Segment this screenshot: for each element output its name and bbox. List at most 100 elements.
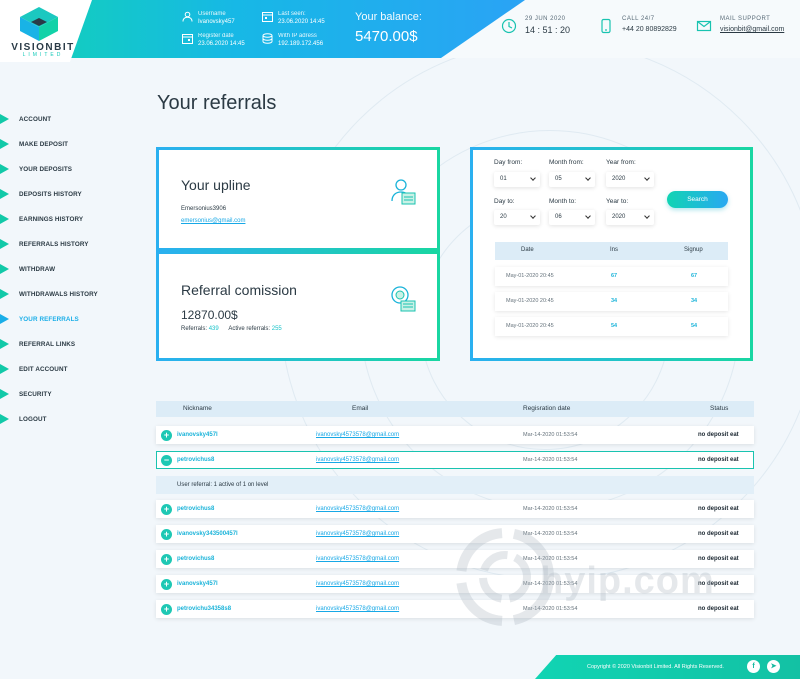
- table-row-expanded: − petrovichus8 ivanovsky4573578@gmail.co…: [156, 451, 754, 469]
- stats-header-date: Date: [521, 247, 534, 253]
- expand-icon[interactable]: +: [161, 554, 172, 565]
- active-referrals-label: Active referrals:: [228, 326, 271, 332]
- upline-email-link[interactable]: emersonius@gmail.com: [181, 218, 245, 224]
- year-from-select[interactable]: 2020: [606, 172, 654, 187]
- nav-item-your-referrals[interactable]: YOUR REFERRALS: [0, 307, 140, 332]
- row-nickname: petrovichus8: [177, 556, 215, 562]
- nav-item-deposits-history[interactable]: DEPOSITS HISTORY: [0, 182, 140, 207]
- collapse-icon[interactable]: −: [161, 455, 172, 466]
- month-to-select[interactable]: 06: [549, 210, 595, 225]
- nav-item-label: LOGOUT: [19, 416, 47, 423]
- upline-name: Emersonius3906: [181, 206, 227, 212]
- table-row: + ivanovsky457l ivanovsky4573578@gmail.c…: [156, 426, 754, 444]
- nav-item-label: REFERRALS HISTORY: [19, 241, 89, 248]
- chevron-down-icon: [585, 213, 591, 219]
- nav-item-label: MAKE DEPOSIT: [19, 141, 69, 148]
- row-status: no deposit eat: [698, 457, 739, 463]
- row-status: no deposit eat: [698, 606, 739, 612]
- expand-icon[interactable]: +: [161, 604, 172, 615]
- arrow-right-icon: [0, 264, 9, 274]
- nav-item-security[interactable]: SECURITY: [0, 382, 140, 407]
- nav-item-label: ACCOUNT: [19, 116, 52, 123]
- register-value: 23.06.2020 14:45: [198, 41, 245, 47]
- row-email-link[interactable]: ivanovsky4573578@gmail.com: [316, 506, 399, 512]
- month-from-select[interactable]: 05: [549, 172, 595, 187]
- nav-item-edit-account[interactable]: EDIT ACCOUNT: [0, 357, 140, 382]
- stats-ins: 67: [611, 273, 618, 279]
- telegram-icon[interactable]: ➤: [767, 660, 780, 673]
- arrow-right-icon: [0, 164, 9, 174]
- day-to-select[interactable]: 20: [494, 210, 540, 225]
- day-from-value: 01: [500, 176, 507, 182]
- row-email-link[interactable]: ivanovsky4573578@gmail.com: [316, 556, 399, 562]
- row-email-link[interactable]: ivanovsky4573578@gmail.com: [316, 581, 399, 587]
- row-nickname: ivanovsky457l: [177, 432, 218, 438]
- year-from-value: 2020: [612, 176, 626, 182]
- username-label: Username: [198, 11, 226, 17]
- arrow-right-icon: [0, 289, 9, 299]
- nav-item-label: DEPOSITS HISTORY: [19, 191, 82, 198]
- day-from-select[interactable]: 01: [494, 172, 540, 187]
- nav-item-make-deposit[interactable]: MAKE DEPOSIT: [0, 132, 140, 157]
- row-nickname: ivanovsky457l: [177, 581, 218, 587]
- stats-signup: 54: [691, 323, 698, 329]
- row-status: no deposit eat: [698, 531, 739, 537]
- nav-item-earnings-history[interactable]: EARNINGS HISTORY: [0, 207, 140, 232]
- phone-icon: [601, 18, 611, 34]
- stats-date: May-01-2020 20:45: [506, 323, 554, 329]
- search-button[interactable]: Search: [667, 191, 728, 208]
- day-to-label: Day to:: [494, 198, 515, 205]
- expand-icon[interactable]: +: [161, 529, 172, 540]
- row-email-link[interactable]: ivanovsky4573578@gmail.com: [316, 457, 399, 463]
- nav-item-account[interactable]: ACCOUNT: [0, 107, 140, 132]
- month-to-value: 06: [555, 214, 562, 220]
- referrals-label: Referrals:: [181, 326, 208, 332]
- arrow-right-icon: [0, 114, 9, 124]
- nav-item-withdraw[interactable]: WITHDRAW: [0, 257, 140, 282]
- row-status: no deposit eat: [698, 506, 739, 512]
- arrow-right-icon: [0, 414, 9, 424]
- month-from-label: Month from:: [549, 159, 584, 166]
- row-email-link[interactable]: ivanovsky4573578@gmail.com: [316, 531, 399, 537]
- nav-item-withdrawals-history[interactable]: WITHDRAWALS HISTORY: [0, 282, 140, 307]
- facebook-icon[interactable]: f: [747, 660, 760, 673]
- arrow-right-icon: [0, 189, 9, 199]
- nav-item-referrals-history[interactable]: REFERRALS HISTORY: [0, 232, 140, 257]
- arrow-right-icon: [0, 139, 9, 149]
- commission-title: Referral comission: [181, 282, 297, 298]
- year-from-label: Year from:: [606, 159, 636, 166]
- chevron-down-icon: [530, 213, 536, 219]
- nav-item-referral-links[interactable]: REFERRAL LINKS: [0, 332, 140, 357]
- expand-icon[interactable]: +: [161, 579, 172, 590]
- support-email-link[interactable]: visionbit@gmail.com: [720, 26, 784, 33]
- month-to-label: Month to:: [549, 198, 577, 205]
- nav-item-logout[interactable]: LOGOUT: [0, 407, 140, 432]
- arrow-right-icon: [0, 314, 9, 324]
- stats-signup: 34: [691, 298, 698, 304]
- stats-date: May-01-2020 20:45: [506, 298, 554, 304]
- year-to-label: Year to:: [606, 198, 629, 205]
- referrals-table-header: Nickname Email Regisration date Status: [156, 401, 754, 417]
- chevron-down-icon: [585, 175, 591, 181]
- calendar-icon: [262, 12, 273, 22]
- row-email-link[interactable]: ivanovsky4573578@gmail.com: [316, 432, 399, 438]
- nav-item-label: EARNINGS HISTORY: [19, 216, 84, 223]
- nav-item-your-deposits[interactable]: YOUR DEPOSITS: [0, 157, 140, 182]
- expand-icon[interactable]: +: [161, 504, 172, 515]
- row-email-link[interactable]: ivanovsky4573578@gmail.com: [316, 606, 399, 612]
- stats-row: May-01-2020 20:45 67 67: [495, 267, 728, 286]
- expand-icon[interactable]: +: [161, 430, 172, 441]
- arrow-right-icon: [0, 239, 9, 249]
- last-seen-value: 23.06.2020 14:45: [278, 19, 325, 25]
- nav-item-label: WITHDRAWALS HISTORY: [19, 291, 98, 298]
- day-to-value: 20: [500, 214, 507, 220]
- phone-value[interactable]: +44 20 80892829: [622, 26, 677, 33]
- time-value: 14 : 51 : 20: [525, 25, 571, 35]
- row-nickname: petrovichus8: [177, 506, 215, 512]
- watermark-text: hyip.com: [540, 560, 715, 602]
- footer: Copyright © 2020 Visionbit Limited. All …: [535, 655, 800, 679]
- logo-icon: [20, 7, 58, 41]
- clock-icon: [501, 18, 517, 34]
- arrow-right-icon: [0, 364, 9, 374]
- year-to-select[interactable]: 2020: [606, 210, 654, 225]
